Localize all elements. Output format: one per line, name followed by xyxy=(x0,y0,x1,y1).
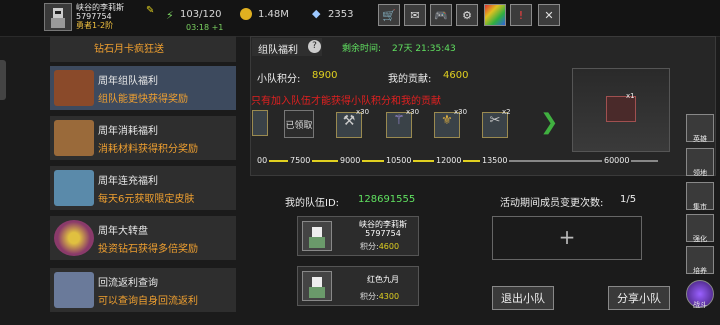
sidebar-label-hero: 英雄 xyxy=(693,135,707,143)
points-value: 4300 xyxy=(378,292,400,301)
coins-value: 1.48M xyxy=(258,9,289,20)
rebate-chest-icon xyxy=(54,272,94,308)
menu-subtitle: 组队能更快获得奖励 xyxy=(98,94,188,105)
points-value: 4600 xyxy=(378,242,400,251)
avatar[interactable] xyxy=(44,3,72,31)
tab-label: 组队福利 xyxy=(258,45,298,56)
menu-item-rebate[interactable]: 回流返利查询 可以查询自身回流返利 xyxy=(50,268,236,312)
edit-icon[interactable]: ✎ xyxy=(146,5,154,16)
notice-text: 只有加入队伍才能获得小队积分和我的贡献 xyxy=(251,96,441,107)
member-id: 5797754 xyxy=(365,229,401,238)
sidebar-label-market: 集市 xyxy=(693,203,707,211)
menu-title: 周年大转盘 xyxy=(98,226,148,237)
menu-subtitle: 钻石月卡疯狂送 xyxy=(94,44,164,55)
menu-title: 周年消耗福利 xyxy=(98,126,158,137)
menu-subtitle: 投资钻石获得多倍奖励 xyxy=(98,244,198,255)
sidebar-label-train: 培养 xyxy=(693,267,707,275)
points-label: 积分: xyxy=(360,242,379,251)
member-portrait xyxy=(302,221,332,251)
player-id: 5797754 xyxy=(76,12,112,21)
reward-item-partial[interactable] xyxy=(252,110,268,136)
my-contrib-label: 我的贡献: xyxy=(388,74,432,85)
sidebar-label-battle: 战斗 xyxy=(693,301,707,309)
change-count-label: 活动期间成员变更次数: xyxy=(500,198,604,209)
coin-icon xyxy=(240,8,252,20)
cart-icon[interactable]: 🛒 xyxy=(378,4,400,26)
menu-item-wheel[interactable]: 周年大转盘 投资钻石获得多倍奖励 xyxy=(50,216,236,260)
team-points-value: 8900 xyxy=(312,70,338,81)
team-id-label: 我的队伍ID: xyxy=(285,198,340,209)
claimed-badge: 已领取 xyxy=(284,110,314,138)
mail-icon[interactable]: ✉ xyxy=(404,4,426,26)
member-points: 积分:4600 xyxy=(360,241,399,252)
reward-count: x30 xyxy=(356,108,370,116)
reward-count: x2 xyxy=(502,108,511,116)
menu-subtitle: 可以查询自身回流返利 xyxy=(98,296,198,307)
menu-title: 回流返利查询 xyxy=(98,278,158,289)
sidebar-label-territory: 领地 xyxy=(693,169,707,177)
milestone-label: 12000 xyxy=(434,156,464,165)
energy-value: 103/120 xyxy=(180,9,222,20)
countdown-label: 剩余时间: xyxy=(342,44,382,54)
milestone-label: 9000 xyxy=(338,156,363,165)
my-contrib-value: 4600 xyxy=(443,70,469,81)
countdown-value: 27天 21:35:43 xyxy=(392,44,456,54)
menu-item-team-welfare[interactable]: 周年组队福利 组队能更快获得奖励 xyxy=(50,66,236,110)
add-member-slot[interactable]: + xyxy=(492,216,642,260)
controller-icon[interactable]: 🎮 xyxy=(430,4,452,26)
member-card[interactable]: 红色九月 积分:4300 xyxy=(297,266,419,306)
help-icon[interactable]: ? xyxy=(308,40,321,53)
wheel-icon xyxy=(54,220,94,256)
member-portrait xyxy=(302,271,332,301)
sidebar-label-enhance: 强化 xyxy=(693,235,707,243)
milestone-label: 00 xyxy=(255,156,270,165)
menu-subtitle: 每天6元获取限定皮肤 xyxy=(98,194,195,205)
menu-item-consumption[interactable]: 周年消耗福利 消耗材料获得积分奖励 xyxy=(50,116,236,160)
knight-portrait-icon xyxy=(51,8,65,28)
player-name: 峡谷的李莉斯 xyxy=(76,3,124,12)
chest-icon xyxy=(54,70,94,106)
alert-icon[interactable]: ! xyxy=(510,4,532,26)
player-title: 勇者1-2阶 xyxy=(76,21,114,30)
edge-tab[interactable] xyxy=(0,60,6,100)
member-name: 红色九月 xyxy=(367,275,399,284)
menu-subtitle: 消耗材料获得积分奖励 xyxy=(98,144,198,155)
reward-count: x30 xyxy=(454,108,468,116)
milestone-label: 7500 xyxy=(288,156,313,165)
milestone-label: 13500 xyxy=(480,156,510,165)
menu-title: 周年连充福利 xyxy=(98,176,158,187)
add-member-icon: + xyxy=(558,225,576,249)
leave-team-button[interactable]: 退出小队 xyxy=(492,286,554,310)
milestone-label: 10500 xyxy=(384,156,414,165)
member-name: 峡谷的李莉斯 xyxy=(359,220,407,229)
change-count-value: 1/5 xyxy=(620,194,637,205)
scroll-right-arrow-icon[interactable]: ❯ xyxy=(540,110,558,136)
close-icon[interactable]: ✕ xyxy=(538,4,560,26)
gem-icon: ◆ xyxy=(312,7,321,20)
points-label: 积分: xyxy=(360,292,379,301)
milestone-label: 60000 xyxy=(602,156,632,165)
team-id-value: 128691555 xyxy=(358,194,416,205)
menu-item-monthly-card[interactable]: 钻石月卡疯狂送 xyxy=(50,36,236,62)
team-points-label: 小队积分: xyxy=(257,74,301,85)
menu-title: 周年组队福利 xyxy=(98,76,158,87)
crystal-icon xyxy=(54,170,94,206)
menu-item-recharge[interactable]: 周年连充福利 每天6元获取限定皮肤 xyxy=(50,166,236,210)
member-points: 积分:4300 xyxy=(360,291,399,302)
energy-icon: ⚡ xyxy=(166,9,174,22)
share-team-button[interactable]: 分享小队 xyxy=(608,286,670,310)
rainbow-icon[interactable] xyxy=(484,4,506,26)
energy-timer: 03:18 +1 xyxy=(186,23,224,32)
reward-count: x1 xyxy=(626,92,635,100)
gear-icon[interactable]: ⚙ xyxy=(456,4,478,26)
member-card[interactable]: 峡谷的李莉斯 5797754 积分:4600 xyxy=(297,216,419,256)
gems-value: 2353 xyxy=(328,9,354,20)
reward-count: x30 xyxy=(406,108,420,116)
treasure-chest-icon xyxy=(54,120,94,156)
